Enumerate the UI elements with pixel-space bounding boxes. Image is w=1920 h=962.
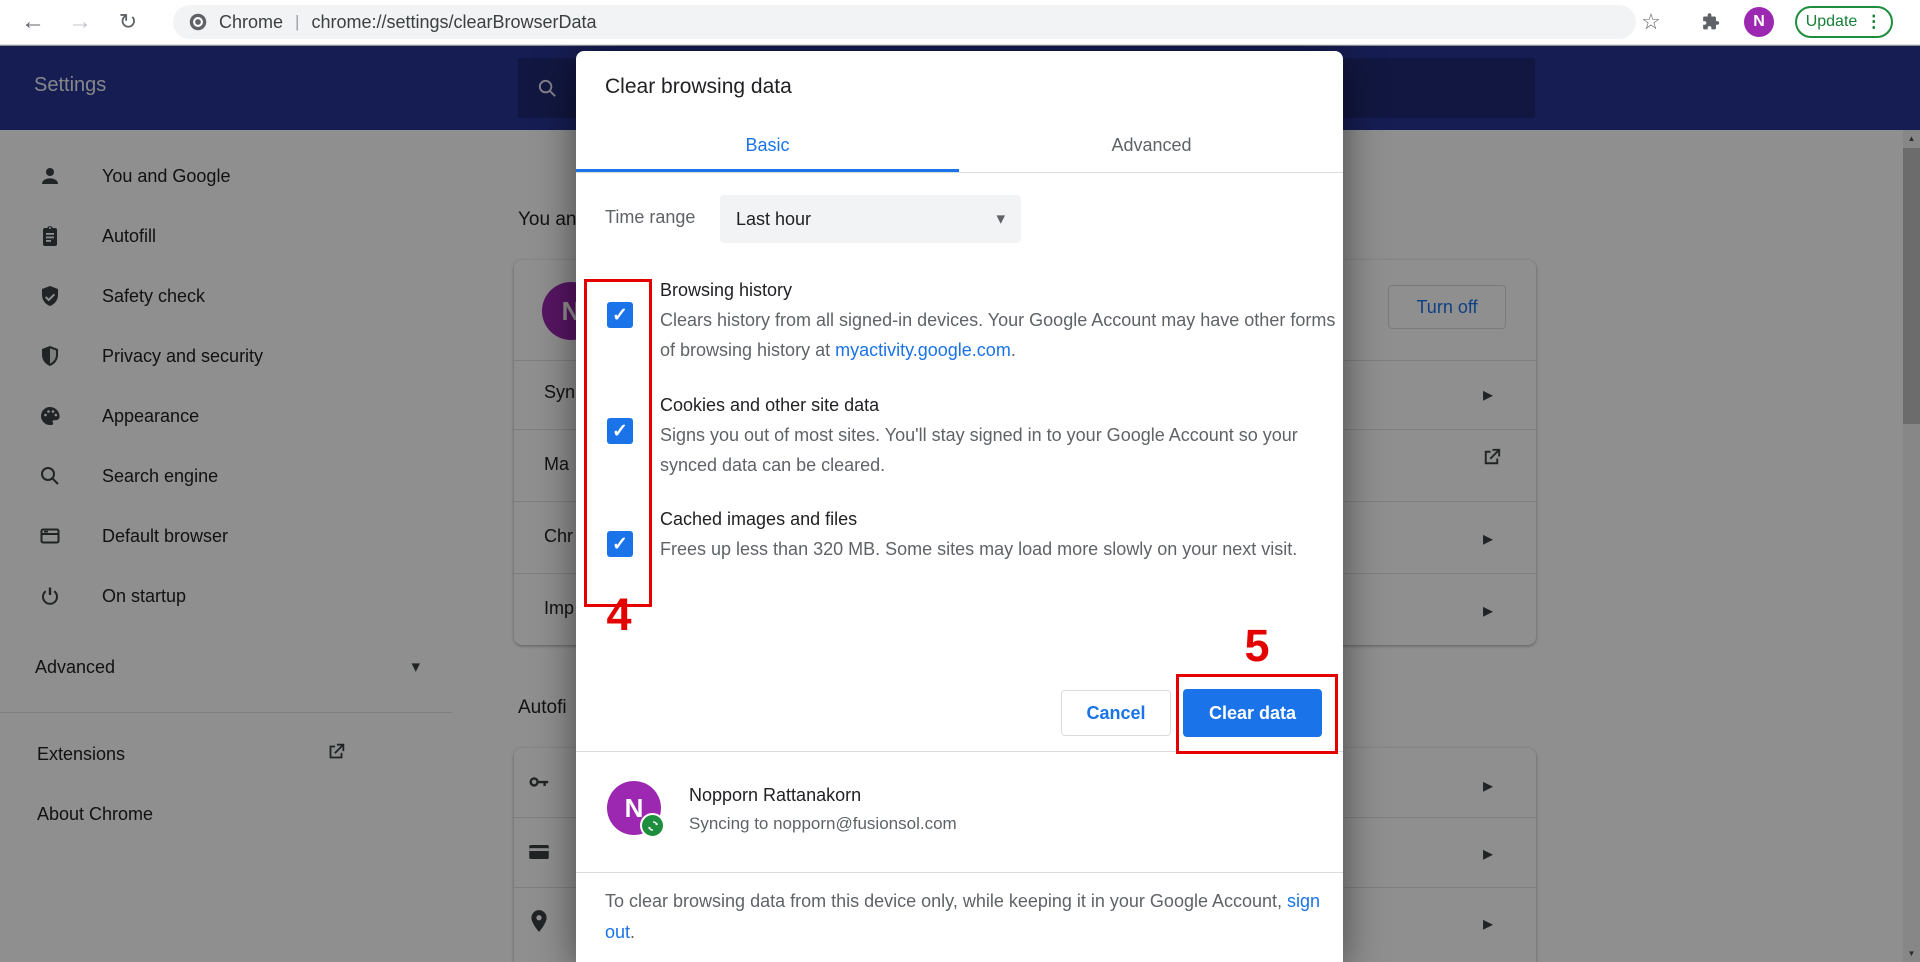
footer-divider bbox=[576, 751, 1343, 752]
browser-toolbar: ← → ↻ Chrome | chrome://settings/clearBr… bbox=[0, 0, 1920, 45]
forward-icon[interactable]: → bbox=[63, 0, 97, 44]
update-button[interactable]: Update ⋮ bbox=[1795, 6, 1893, 38]
back-icon[interactable]: ← bbox=[16, 0, 50, 44]
browser-menu-dots-icon[interactable]: ⋮ bbox=[1865, 12, 1882, 32]
item-browsing-history: Browsing history Clears history from all… bbox=[660, 277, 1350, 365]
clear-browsing-data-dialog: Clear browsing data Basic Advanced Time … bbox=[576, 51, 1343, 962]
footer-note: To clear browsing data from this device … bbox=[605, 886, 1335, 948]
footer-divider bbox=[576, 872, 1343, 873]
dialog-title: Clear browsing data bbox=[605, 75, 792, 99]
update-label: Update bbox=[1806, 13, 1858, 31]
profile-avatar[interactable]: N bbox=[1744, 7, 1774, 37]
sync-badge-icon bbox=[640, 813, 665, 838]
address-url: chrome://settings/clearBrowserData bbox=[311, 12, 596, 33]
screen: ← → ↻ Chrome | chrome://settings/clearBr… bbox=[0, 0, 1920, 962]
extensions-puzzle-icon[interactable] bbox=[1693, 0, 1727, 44]
checkbox-browsing-history[interactable]: ✓ bbox=[607, 302, 633, 328]
chrome-logo-icon bbox=[187, 11, 209, 33]
clear-data-button[interactable]: Clear data bbox=[1183, 689, 1322, 737]
bookmark-star-icon[interactable]: ☆ bbox=[1634, 0, 1668, 44]
dropdown-caret-icon: ▾ bbox=[996, 209, 1005, 229]
address-prefix: Chrome bbox=[219, 12, 283, 33]
tab-basic[interactable]: Basic bbox=[576, 118, 959, 172]
time-range-select[interactable]: Last hour ▾ bbox=[720, 195, 1021, 243]
checkbox-cached-images[interactable]: ✓ bbox=[607, 531, 633, 557]
tabs-divider bbox=[576, 172, 1343, 173]
sync-account-status: Syncing to nopporn@fusionsol.com bbox=[689, 814, 957, 834]
myactivity-link[interactable]: myactivity.google.com bbox=[835, 340, 1011, 360]
reload-icon[interactable]: ↻ bbox=[111, 0, 145, 44]
cancel-button[interactable]: Cancel bbox=[1061, 690, 1171, 736]
checkbox-cookies[interactable]: ✓ bbox=[607, 418, 633, 444]
sync-account-name: Nopporn Rattanakorn bbox=[689, 785, 861, 806]
item-cookies: Cookies and other site data Signs you ou… bbox=[660, 392, 1350, 480]
tab-advanced[interactable]: Advanced bbox=[960, 118, 1343, 172]
time-range-label: Time range bbox=[605, 207, 695, 228]
address-separator: | bbox=[295, 12, 299, 32]
item-cached-images: Cached images and files Frees up less th… bbox=[660, 506, 1350, 564]
address-bar[interactable]: Chrome | chrome://settings/clearBrowserD… bbox=[173, 5, 1636, 39]
time-range-value: Last hour bbox=[736, 209, 811, 230]
